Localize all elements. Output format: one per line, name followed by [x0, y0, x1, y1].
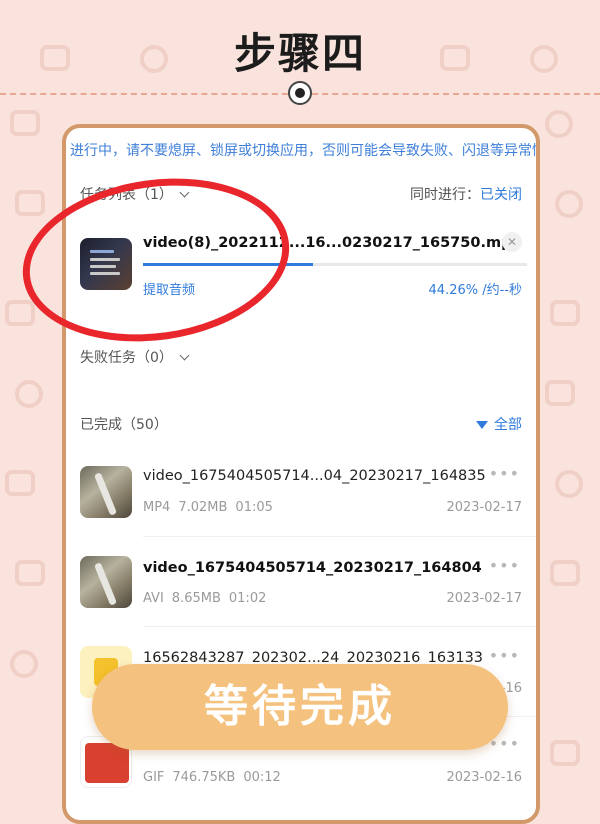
filter-button[interactable]: 全部: [476, 414, 522, 434]
list-item-thumbnail: [80, 466, 132, 518]
divider: [143, 626, 536, 627]
more-icon[interactable]: •••: [489, 464, 520, 483]
task-progress-text: 44.26% /约--秒: [428, 283, 522, 298]
wait-complete-button[interactable]: 等待完成: [92, 664, 508, 750]
failed-tasks-label: 失败任务（0）: [80, 350, 173, 366]
divider: [143, 536, 536, 537]
list-item-meta: GIF 746.75KB 00:12: [143, 770, 281, 785]
warning-banner: 进行中，请不要熄屏、锁屏或切换应用，否则可能会导致失败、闪退等异常情况: [70, 143, 540, 159]
chevron-down-icon: [179, 350, 190, 361]
concurrent-value: 已关闭: [480, 187, 522, 203]
filter-label: 全部: [494, 417, 522, 433]
list-item-thumbnail: [80, 556, 132, 608]
list-item-meta: AVI 8.65MB 01:02: [143, 591, 267, 606]
more-icon[interactable]: •••: [489, 556, 520, 575]
list-item-name[interactable]: video_1675404505714_20230217_164804: [143, 560, 482, 576]
list-item-date: 2023-02-16: [446, 770, 522, 785]
divider-knob-icon: [288, 81, 312, 105]
list-item-name[interactable]: video_1675404505714...04_20230217_164835: [143, 468, 486, 484]
completed-header: 已完成（50）: [80, 417, 168, 433]
close-icon[interactable]: ✕: [502, 232, 522, 252]
list-item-date: 2023-02-17: [446, 591, 522, 606]
list-item-date: 2023-02-17: [446, 500, 522, 515]
concurrent-setting[interactable]: 同时进行：已关闭: [410, 184, 522, 204]
failed-tasks-header[interactable]: 失败任务（0）: [80, 347, 190, 367]
more-icon[interactable]: •••: [489, 646, 520, 665]
step-title: 步骤四: [233, 29, 366, 78]
concurrent-label: 同时进行：: [410, 187, 480, 203]
filter-icon: [476, 421, 488, 429]
list-item-meta: MP4 7.02MB 01:05: [143, 500, 273, 515]
